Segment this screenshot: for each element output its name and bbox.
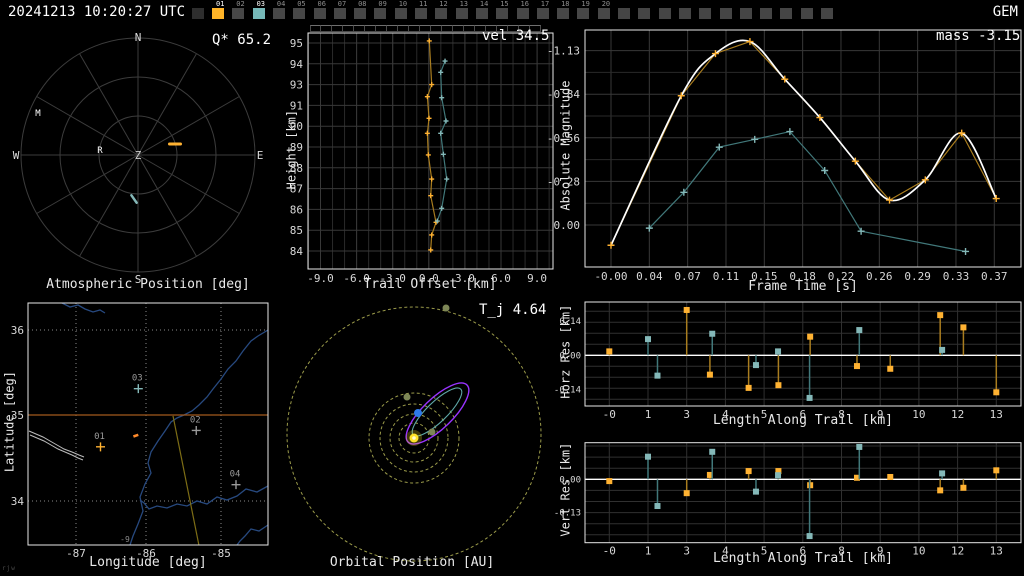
svg-text:-0: -0 — [603, 408, 616, 421]
svg-text:02: 02 — [190, 415, 201, 425]
xlabel-length-trail-1: Length Along Trail [km] — [712, 413, 893, 428]
ylabel-horz-res: Horz Res [km] — [558, 304, 573, 399]
xlabel-frame-time: Frame Time [s] — [748, 279, 858, 294]
stat-mass: mass -3.15 — [936, 28, 1021, 44]
svg-text:-9: -9 — [120, 535, 130, 544]
xlabel-longitude: Longitude [deg] — [89, 555, 207, 570]
ylabel-vert-res: Vert Res [km] — [558, 442, 573, 537]
svg-text:04: 04 — [230, 470, 241, 480]
ylabel-height: Height [km] — [284, 109, 299, 190]
svg-text:10: 10 — [912, 545, 925, 558]
xlabel-trail-offset: Trail Offset [km] — [363, 277, 497, 292]
svg-text:0.04: 0.04 — [636, 270, 663, 283]
title-orbital: Orbital Position [AU] — [329, 555, 495, 570]
svg-text:-0: -0 — [603, 545, 616, 558]
svg-text:Z: Z — [135, 149, 142, 162]
svg-text:84: 84 — [290, 245, 304, 258]
svg-text:N: N — [135, 31, 142, 44]
app-canvas: 20241213 10:20:27 UTC GEM 01 02 03 04 05 06 07… — [0, 0, 1024, 576]
svg-text:12: 12 — [951, 408, 964, 421]
svg-text:95: 95 — [290, 37, 303, 50]
svg-text:03: 03 — [132, 374, 143, 384]
stat-qstar: Q* 65.2 — [212, 32, 272, 48]
xlabel-length-trail-2: Length Along Trail [km] — [712, 551, 893, 566]
svg-text:36: 36 — [11, 324, 24, 337]
ylabel-latitude: Latitude [deg] — [2, 371, 17, 473]
svg-text:0.37: 0.37 — [981, 270, 1008, 283]
svg-text:13: 13 — [990, 408, 1003, 421]
svg-text:1: 1 — [645, 408, 652, 421]
svg-text:3: 3 — [683, 408, 690, 421]
svg-text:12: 12 — [951, 545, 964, 558]
corner-note: rjw — [2, 565, 16, 572]
svg-text:3: 3 — [683, 545, 690, 558]
ylabel-abs-magnitude: Absolute Magnitude — [558, 80, 573, 211]
svg-text:9.0: 9.0 — [527, 272, 547, 285]
svg-text:R: R — [97, 146, 103, 156]
svg-text:-0.00: -0.00 — [594, 270, 627, 283]
svg-text:13: 13 — [990, 545, 1003, 558]
svg-text:-1.13: -1.13 — [547, 45, 580, 58]
svg-text:M: M — [35, 109, 41, 119]
svg-text:1: 1 — [645, 545, 652, 558]
svg-text:E: E — [257, 149, 264, 162]
title-atmospheric: Atmospheric Position [deg] — [46, 277, 250, 292]
stat-velocity: vel 34.5 — [482, 28, 550, 44]
svg-text:0.33: 0.33 — [943, 270, 970, 283]
stat-tisserand: T_j 4.64 — [479, 302, 547, 318]
svg-text:01: 01 — [94, 432, 105, 442]
svg-text:W: W — [13, 149, 20, 162]
svg-text:0.07: 0.07 — [674, 270, 701, 283]
svg-text:0.29: 0.29 — [904, 270, 931, 283]
svg-text:10: 10 — [912, 408, 925, 421]
